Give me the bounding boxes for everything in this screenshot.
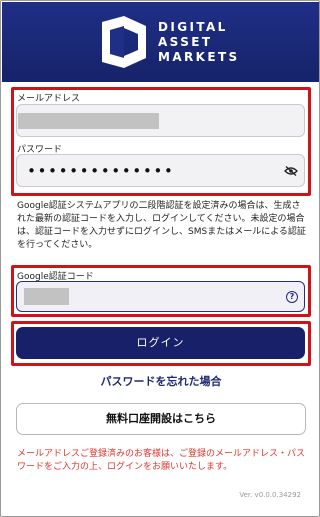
google-code-field[interactable]: ? (16, 281, 305, 312)
password-field[interactable]: •••••••••••••• (16, 154, 305, 187)
email-value-redacted (18, 113, 159, 129)
google-code-value-redacted (24, 288, 69, 305)
registered-user-notice: メールアドレスご登録済みのお客様は、ご登録のメールアドレス・パスワードをご入力の… (17, 449, 306, 472)
two-factor-info: Google認証システムアプリの二段階認証を設定済みの場合は、生成された最新の認… (17, 201, 306, 250)
email-label: メールアドレス (17, 94, 81, 104)
app-header: DIGITAL ASSET MARKETS (2, 2, 319, 82)
email-field[interactable] (16, 104, 305, 137)
help-icon[interactable]: ? (286, 291, 298, 303)
password-value: •••••••••••••• (27, 162, 175, 180)
login-screen: DIGITAL ASSET MARKETS メールアドレス パスワード ••••… (0, 0, 320, 517)
brand-line-markets: MARKETS (158, 50, 240, 64)
login-button[interactable]: ログイン (16, 327, 305, 359)
open-account-button[interactable]: 無料口座開設はこちら (16, 403, 306, 435)
forgot-password-link[interactable]: パスワードを忘れた場合 (1, 373, 319, 389)
brand-name: DIGITAL ASSET MARKETS (158, 20, 240, 65)
dam-logo-icon (102, 16, 146, 68)
brand-line-asset: ASSET (158, 35, 213, 49)
brand-line-digital: DIGITAL (158, 20, 228, 34)
version-label: Ver. v0.0.0.34292 (239, 491, 301, 499)
eye-slash-icon[interactable] (284, 166, 298, 176)
